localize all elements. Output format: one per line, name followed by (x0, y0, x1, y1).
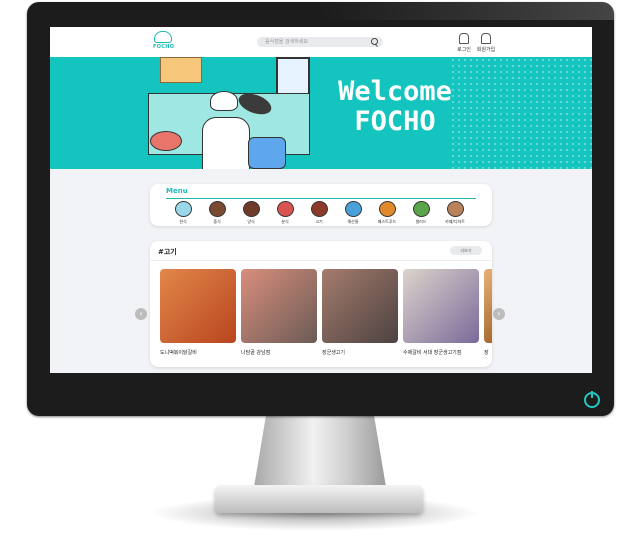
menu-item-seafood[interactable]: 해산물 (338, 201, 368, 225)
menu-item-salad[interactable]: 샐러드 (406, 201, 436, 225)
restaurant-name[interactable]: 장 (484, 349, 492, 356)
search-icon[interactable] (371, 38, 378, 45)
search-bar[interactable]: 음식점을 검색하세요 (257, 37, 383, 47)
hero-title-line2: FOCHO (354, 106, 436, 137)
login-label: 로그인 (457, 47, 471, 53)
section-divider (150, 260, 492, 261)
steak-icon (242, 201, 260, 217)
hero-pattern (450, 57, 592, 169)
section-title: #고기 (158, 248, 177, 256)
menu-item-label: 샐러드 (415, 219, 427, 224)
more-button[interactable]: 더보기 (450, 246, 482, 255)
menu-item-label: 패스트푸드 (377, 219, 397, 224)
menu-item-snack[interactable]: 분식 (270, 201, 300, 225)
monitor-stand-base (215, 485, 423, 513)
carousel-prev-button[interactable]: ‹ (135, 308, 147, 320)
pot-illustration (248, 137, 286, 169)
menu-item-label: 중식 (213, 219, 221, 224)
menu-item-label: 고기 (315, 219, 323, 224)
tteokbokki-icon (276, 201, 294, 217)
restaurant-photo[interactable] (322, 269, 398, 343)
site-logo[interactable]: FOCHO (153, 44, 174, 50)
user-add-icon (481, 33, 491, 44)
site-header: FOCHO 음식점을 검색하세요 로그인 회원가입 (50, 27, 592, 57)
user-icon (459, 33, 469, 44)
menu-item-label: 카페/디저트 (445, 219, 465, 224)
restaurant-photo[interactable] (403, 269, 479, 343)
power-icon[interactable] (584, 391, 600, 408)
menu-card: Menu 한식 중식 양식 분식 고기 해산물 패스트푸드 샐러드 카페/디저트 (150, 184, 492, 226)
menu-item-label: 양식 (247, 219, 255, 224)
restaurant-name[interactable]: 나담골 강남점 (241, 349, 270, 356)
rice-bowl-icon (174, 201, 192, 217)
menu-item-cafe[interactable]: 카페/디저트 (440, 201, 470, 225)
menu-item-label: 분식 (281, 219, 289, 224)
menu-item-meat[interactable]: 고기 (304, 201, 334, 225)
signup-label: 회원가입 (476, 47, 496, 53)
wok-illustration (150, 131, 182, 151)
menu-item-fastfood[interactable]: 패스트푸드 (372, 201, 402, 225)
menu-divider (166, 198, 476, 199)
hero-title: Welcome FOCHO (320, 77, 470, 137)
chef-illustration (202, 117, 250, 169)
restaurant-name[interactable]: 수제갈비 서대 장군생고기점 (403, 349, 461, 356)
restaurant-name[interactable]: 도니떡볶이닭갈비 (160, 349, 197, 356)
meat-icon (310, 201, 328, 217)
hero-title-line1: Welcome (338, 76, 452, 107)
restaurant-photo[interactable] (241, 269, 317, 343)
shelf-illustration (160, 57, 202, 83)
salad-icon (412, 201, 430, 217)
burger-icon (378, 201, 396, 217)
carousel-next-button[interactable]: › (493, 308, 505, 320)
logo-icon[interactable] (154, 31, 172, 43)
cake-icon (446, 201, 464, 217)
monitor-stand-neck (253, 413, 387, 493)
menu-item-korean[interactable]: 한식 (168, 201, 198, 225)
menu-item-label: 한식 (179, 219, 187, 224)
menu-item-western[interactable]: 양식 (236, 201, 266, 225)
chef-hat-illustration (210, 91, 238, 111)
signup-button[interactable]: 회원가입 (472, 33, 500, 53)
restaurant-card: #고기 더보기 도니떡볶이닭갈비 나담골 강남점 장군생고기 수제갈비 서대 장… (150, 241, 492, 367)
website-screen: FOCHO 음식점을 검색하세요 로그인 회원가입 Welcome FOCHO … (50, 27, 592, 373)
seafood-icon (344, 201, 362, 217)
noodle-icon (208, 201, 226, 217)
restaurant-photo[interactable] (160, 269, 236, 343)
menu-item-chinese[interactable]: 중식 (202, 201, 232, 225)
menu-item-label: 해산물 (347, 219, 359, 224)
search-input[interactable]: 음식점을 검색하세요 (265, 38, 308, 45)
hero-banner: Welcome FOCHO (50, 57, 592, 169)
restaurant-name[interactable]: 장군생고기 (322, 349, 345, 356)
menu-title: Menu (166, 187, 188, 195)
monitor-gloss (320, 2, 614, 20)
restaurant-photo[interactable] (484, 269, 492, 343)
